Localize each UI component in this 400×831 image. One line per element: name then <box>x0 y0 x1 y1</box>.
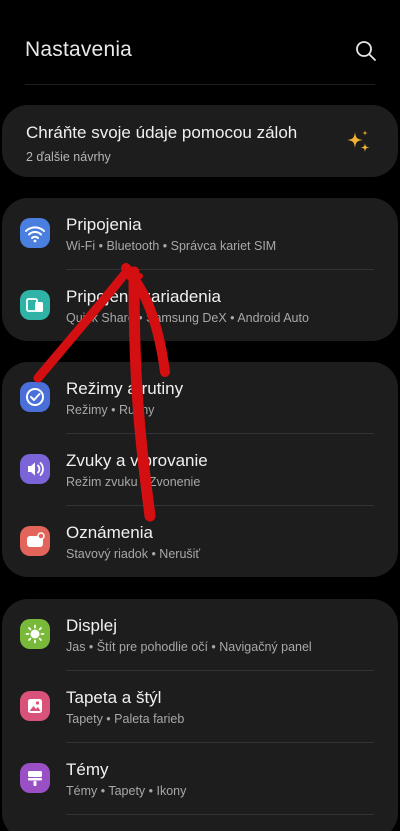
settings-item-title: Oznámenia <box>66 523 153 542</box>
connected-devices-icon <box>20 290 50 320</box>
settings-item-modes-routines[interactable]: Režimy a rutiny Režimy • Rutiny <box>2 362 398 434</box>
modes-routines-icon <box>20 382 50 412</box>
settings-item-notifications[interactable]: Oznámenia Stavový riadok • Nerušiť <box>2 506 398 577</box>
wifi-icon <box>20 218 50 248</box>
notifications-icon <box>20 526 50 556</box>
sparkle-icon <box>347 130 370 152</box>
settings-item-display[interactable]: Displej Jas • Štít pre pohodlie očí • Na… <box>2 599 398 671</box>
settings-item-subtitle: Jas • Štít pre pohodlie očí • Navigačný … <box>66 640 312 654</box>
settings-item-subtitle: Témy • Tapety • Ikony <box>66 784 187 798</box>
settings-item-themes[interactable]: Témy Témy • Tapety • Ikony <box>2 743 398 815</box>
suggestion-card[interactable]: Chráňte svoje údaje pomocou záloh 2 ďalš… <box>2 105 398 177</box>
settings-item-subtitle: Stavový riadok • Nerušiť <box>66 547 201 561</box>
settings-item-subtitle: Quick Share • Samsung DeX • Android Auto <box>66 311 309 325</box>
settings-item-subtitle: Wi-Fi • Bluetooth • Správca kariet SIM <box>66 239 277 253</box>
header-divider <box>25 84 375 85</box>
settings-item-title: Témy <box>66 760 109 779</box>
search-icon[interactable] <box>355 40 377 62</box>
divider <box>66 814 374 815</box>
header: Nastavenia <box>0 0 400 90</box>
sound-icon <box>20 454 50 484</box>
suggestion-subtitle: 2 ďalšie návrhy <box>26 150 111 164</box>
settings-item-connections[interactable]: Pripojenia Wi-Fi • Bluetooth • Správca k… <box>2 198 398 270</box>
settings-item-subtitle: Tapety • Paleta farieb <box>66 712 185 726</box>
settings-item-title: Zvuky a vibrovanie <box>66 451 208 470</box>
settings-item-subtitle: Režimy • Rutiny <box>66 403 155 417</box>
settings-item-title: Režimy a rutiny <box>66 379 184 398</box>
settings-item-title: Pripojené zariadenia <box>66 287 221 306</box>
suggestion-title: Chráňte svoje údaje pomocou záloh <box>26 123 298 142</box>
settings-item-wallpaper[interactable]: Tapeta a štýl Tapety • Paleta farieb <box>2 671 398 743</box>
settings-item-title: Displej <box>66 616 118 635</box>
page-title: Nastavenia <box>25 38 133 61</box>
settings-item-title: Tapeta a štýl <box>66 688 162 707</box>
settings-group-modes: Režimy a rutiny Režimy • Rutiny Zvuky a … <box>2 362 398 577</box>
settings-item-subtitle: Režim zvuku • Zvonenie <box>66 475 201 489</box>
wallpaper-icon <box>20 691 50 721</box>
settings-group-connections: Pripojenia Wi-Fi • Bluetooth • Správca k… <box>2 198 398 341</box>
settings-item-connected-devices[interactable]: Pripojené zariadenia Quick Share • Samsu… <box>2 270 398 341</box>
settings-group-display: Displej Jas • Štít pre pohodlie očí • Na… <box>2 599 398 831</box>
display-brightness-icon <box>20 619 50 649</box>
themes-icon <box>20 763 50 793</box>
settings-item-title: Pripojenia <box>66 215 142 234</box>
settings-item-sounds[interactable]: Zvuky a vibrovanie Režim zvuku • Zvoneni… <box>2 434 398 506</box>
